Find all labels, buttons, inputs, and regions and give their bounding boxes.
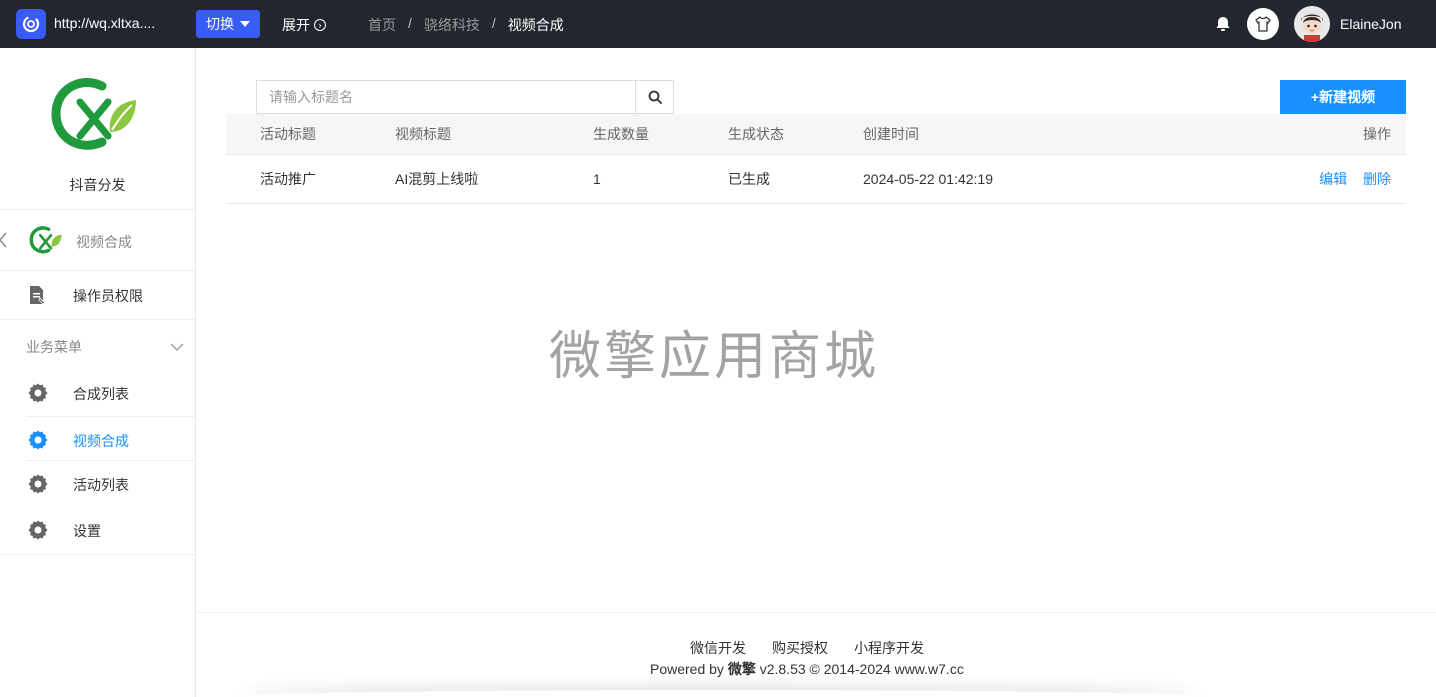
menu-title: 业务菜单 xyxy=(26,339,82,355)
shirt-icon[interactable] xyxy=(1247,8,1279,40)
actions-cell: 编辑 删除 xyxy=(1307,155,1391,204)
footer-link[interactable]: 购买授权 xyxy=(772,638,828,658)
search-bar xyxy=(256,80,674,114)
powered-by-text: Powered by xyxy=(650,661,724,677)
sidebar-item-video-synthesis[interactable]: 视频合成 xyxy=(26,416,196,461)
chevron-left-icon[interactable] xyxy=(0,232,8,248)
sidebar-item-label: 视频合成 xyxy=(73,433,129,449)
column-header: 创建时间 xyxy=(863,126,919,142)
footer-version: v2.8.53 © 2014-2024 www.w7.cc xyxy=(759,661,964,677)
column-header: 操作 xyxy=(1363,126,1391,142)
switch-button[interactable]: 切换 xyxy=(196,10,260,38)
edit-link[interactable]: 编辑 xyxy=(1319,171,1347,187)
switch-label: 切换 xyxy=(206,16,234,32)
sidebar-item-synthesis-list[interactable]: 合成列表 xyxy=(0,370,195,415)
gear-icon xyxy=(28,520,48,540)
sidebar-item-label: 活动列表 xyxy=(73,477,129,493)
footer-copyright: Powered by 微擎 v2.8.53 © 2014-2024 www.w7… xyxy=(650,659,964,679)
footer-link[interactable]: 微信开发 xyxy=(690,638,746,658)
chevron-right-icon: › xyxy=(314,19,326,31)
gear-icon xyxy=(28,383,48,403)
video-table: 活动标题 视频标题 生成数量 生成状态 创建时间 操作 活动推广 AI混剪上线啦… xyxy=(226,114,1406,204)
activity-title-cell: 活动推广 xyxy=(260,171,316,187)
expand-label: 展开 xyxy=(282,17,310,33)
sidebar-item-activity-list[interactable]: 活动列表 xyxy=(0,461,195,506)
breadcrumb-separator: / xyxy=(491,15,496,31)
sidebar-item-label: 合成列表 xyxy=(73,386,129,402)
column-header: 活动标题 xyxy=(260,126,316,142)
breadcrumb-separator: / xyxy=(408,15,412,31)
table-row: 活动推广 AI混剪上线啦 1 已生成 2024-05-22 01:42:19 编… xyxy=(226,155,1406,204)
sidebar-item-label: 设置 xyxy=(73,523,101,539)
brand-block: 抖音分发 xyxy=(0,48,195,210)
search-button[interactable] xyxy=(635,81,673,113)
brand-logo xyxy=(50,72,140,162)
top-bar: http://wq.xltxa.... 切换 展开 › 首页 / 骁络科技 / … xyxy=(0,0,1436,48)
business-menu-header[interactable]: 业务菜单 xyxy=(0,320,195,370)
bottom-shadow xyxy=(240,690,1200,697)
divider xyxy=(0,554,195,555)
footer-link[interactable]: 小程序开发 xyxy=(854,638,924,658)
sidebar-item-operator-permissions[interactable]: 操作员权限 xyxy=(0,271,195,320)
breadcrumb-company[interactable]: 骁络科技 xyxy=(424,15,480,35)
column-header: 视频标题 xyxy=(395,126,451,142)
platform-logo-icon[interactable] xyxy=(16,9,46,39)
count-cell: 1 xyxy=(593,171,601,187)
footer-brand: 微擎 xyxy=(727,661,756,677)
app-name: 视频合成 xyxy=(76,234,132,250)
app-logo-icon xyxy=(28,224,64,258)
column-header: 生成状态 xyxy=(728,126,784,142)
table-header: 活动标题 视频标题 生成数量 生成状态 创建时间 操作 xyxy=(226,114,1406,155)
breadcrumb-home[interactable]: 首页 xyxy=(368,15,396,35)
created-time-cell: 2024-05-22 01:42:19 xyxy=(863,171,993,187)
breadcrumb-current: 视频合成 xyxy=(507,17,564,33)
bell-icon[interactable] xyxy=(1214,15,1232,33)
delete-link[interactable]: 删除 xyxy=(1363,171,1391,187)
gear-icon xyxy=(28,474,48,494)
search-icon xyxy=(648,90,662,104)
status-cell: 已生成 xyxy=(728,171,770,187)
video-title-cell: AI混剪上线啦 xyxy=(395,171,479,187)
brand-name: 抖音分发 xyxy=(69,177,126,193)
footer-links: 微信开发 购买授权 小程序开发 xyxy=(690,638,924,658)
current-app-row[interactable]: 视频合成 xyxy=(0,210,195,271)
expand-button[interactable]: 展开 › xyxy=(282,15,326,35)
column-header: 生成数量 xyxy=(593,126,649,142)
gear-icon xyxy=(28,430,48,450)
username[interactable]: ElaineJon xyxy=(1340,16,1402,32)
caret-down-icon xyxy=(240,21,250,27)
chevron-down-icon[interactable] xyxy=(170,339,184,351)
search-input[interactable] xyxy=(257,81,635,113)
footer: 微信开发 购买授权 小程序开发 Powered by 微擎 v2.8.53 © … xyxy=(196,612,1436,697)
breadcrumb: 首页 / 骁络科技 / 视频合成 xyxy=(368,15,564,35)
new-video-button[interactable]: +新建视频 xyxy=(1280,80,1406,114)
sidebar-item-label: 操作员权限 xyxy=(73,288,143,304)
document-edit-icon xyxy=(28,285,46,305)
sidebar: 抖音分发 视频合成 操作员权限 业务菜单 合成列表 视频合成 活动列表 设置 xyxy=(0,48,196,697)
watermark: 微擎应用商城 xyxy=(549,327,880,387)
avatar[interactable] xyxy=(1294,6,1330,42)
site-url[interactable]: http://wq.xltxa.... xyxy=(54,15,174,31)
sidebar-item-settings[interactable]: 设置 xyxy=(0,507,195,552)
